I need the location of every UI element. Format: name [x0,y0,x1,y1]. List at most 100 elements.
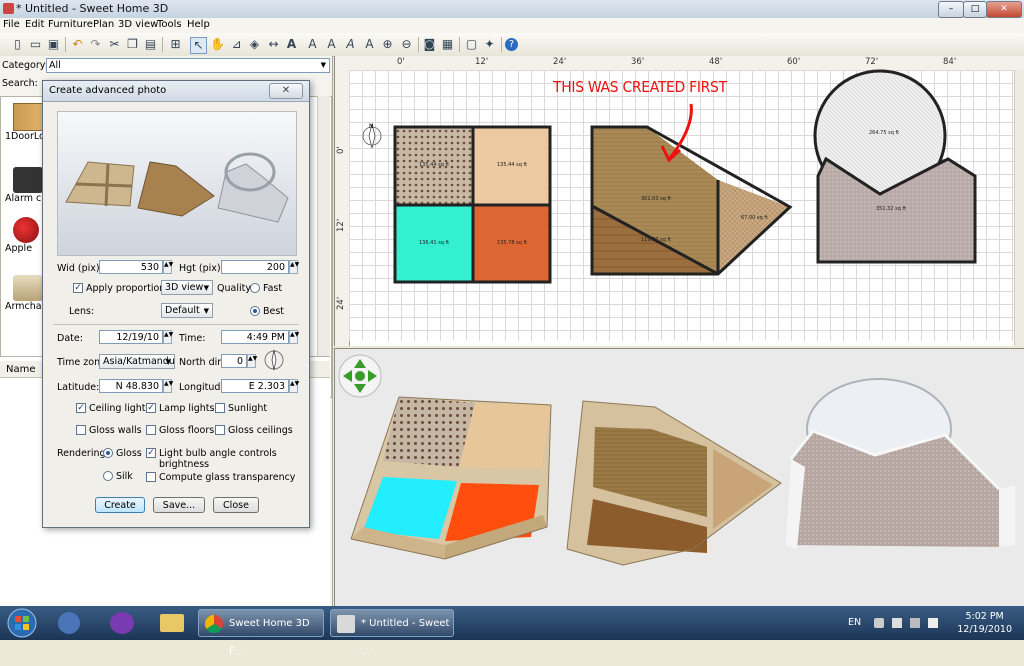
height-spinner[interactable]: ▲▼ [289,260,299,274]
text-bold-icon[interactable]: A [324,37,339,52]
language-indicator[interactable]: EN [848,617,861,628]
copy-icon[interactable]: ❐ [125,37,140,52]
menu-3d-view[interactable]: 3D view [118,19,158,30]
menu-plan[interactable]: Plan [93,19,114,30]
undo-icon[interactable]: ↶ [70,37,85,52]
text-italic-icon[interactable]: A [343,37,358,52]
proportions-select[interactable]: 3D view ▼ [161,280,213,295]
longitude-spinner[interactable]: ▲▼ [289,379,299,393]
north-direction-input[interactable]: 0 [221,354,247,368]
taskbar-task-chrome[interactable]: Sweet Home 3D F... [198,609,324,657]
save-icon[interactable]: ▣ [46,37,61,52]
quality-fast-radio[interactable] [250,283,260,293]
gloss-ceilings-checkbox[interactable] [215,425,225,435]
quality-best-radio[interactable] [250,306,260,316]
explorer-icon[interactable] [160,614,184,632]
open-icon[interactable]: ▭ [28,37,43,52]
gloss-floors-checkbox[interactable] [146,425,156,435]
four-room-block[interactable] [393,125,552,284]
height-input[interactable]: 200 [221,260,289,274]
time-spinner[interactable]: ▲▼ [289,330,299,344]
category-label: Category: [2,60,48,71]
new-icon[interactable]: ▯ [10,37,25,52]
aerial-view-icon[interactable]: ▢ [464,37,479,52]
text-style-icon[interactable]: A [305,37,320,52]
cut-icon[interactable]: ✂ [107,37,122,52]
width-spinner[interactable]: ▲▼ [163,260,173,274]
zoom-in-icon[interactable]: ⊕ [380,37,395,52]
date-spinner[interactable]: ▲▼ [163,330,173,344]
lamp-lights-checkbox[interactable]: ✓ [146,403,156,413]
maximize-button[interactable]: □ [963,1,987,18]
menu-file[interactable]: File [3,19,20,30]
catalog-item[interactable]: Apple [5,217,47,254]
apply-proportions-checkbox[interactable]: ✓ [73,283,83,293]
dialog-close-button[interactable]: ✕ [269,83,303,99]
zoom-out-icon[interactable]: ⊖ [399,37,414,52]
lens-select[interactable]: Default ▼ [161,303,213,318]
compass-icon[interactable]: N [362,123,382,149]
longitude-input[interactable]: E 2.303 [221,379,289,393]
virtual-visit-icon[interactable]: ✦ [482,37,497,52]
taskbar-task-sweethome[interactable]: * Untitled - Sweet ... [330,609,454,657]
create-video-icon[interactable]: ▦ [440,37,455,52]
width-input[interactable]: 530 [99,260,163,274]
pan-icon[interactable]: ✋ [210,37,225,52]
menu-furniture[interactable]: Furniture [48,19,93,30]
clock[interactable]: 5:02 PM 12/19/2010 [957,610,1012,636]
catalog-item[interactable]: Armchai [5,275,47,312]
timezone-select[interactable]: Asia/Katmandu ▼ [99,354,175,369]
rendering-gloss-radio[interactable] [103,448,113,458]
paste-icon[interactable]: ▤ [143,37,158,52]
circle-room-block[interactable] [813,69,977,264]
sunlight-checkbox[interactable] [215,403,225,413]
start-button[interactable] [2,607,42,639]
close-window-button[interactable]: ✕ [986,1,1022,18]
navigation-arrows-icon[interactable] [338,354,382,398]
minimize-button[interactable]: – [938,1,964,18]
redo-icon[interactable]: ↷ [88,37,103,52]
create-dimensions-icon[interactable]: ↔ [266,37,281,52]
menu-edit[interactable]: Edit [25,19,44,30]
menu-tools[interactable]: Tools [157,19,182,30]
save-button[interactable]: Save... [153,497,205,513]
add-furniture-icon[interactable]: ⊞ [168,37,183,52]
3d-view[interactable] [334,348,1024,607]
add-text-icon[interactable]: A [284,37,299,52]
network-icon[interactable] [910,618,920,628]
select-icon[interactable]: ↖ [190,37,207,54]
gloss-walls-checkbox[interactable] [76,425,86,435]
glass-transparency-checkbox[interactable] [146,472,156,482]
volume-icon[interactable] [928,618,938,628]
create-walls-icon[interactable]: ⊿ [229,37,244,52]
create-photo-icon[interactable]: ◙ [422,37,437,52]
category-select[interactable]: All ▼ [46,58,330,73]
yahoo-messenger-icon[interactable] [110,612,134,634]
menu-help[interactable]: Help [187,19,210,30]
catalog-item[interactable]: 1DoorLo [5,103,47,142]
light-bulb-checkbox[interactable]: ✓ [146,448,156,458]
time-input[interactable]: 4:49 PM [221,330,289,344]
latitude-input[interactable]: N 48.830 [99,379,163,393]
pinned-app-icon[interactable] [58,612,80,634]
create-button[interactable]: Create [95,497,145,513]
room-area-label: 264.75 sq ft [869,130,900,136]
tray-icon[interactable] [892,618,902,628]
latitude-label: Latitude: [57,382,100,393]
latitude-spinner[interactable]: ▲▼ [163,379,173,393]
date-input[interactable]: 12/19/10 [99,330,163,344]
ceiling-lights-checkbox[interactable]: ✓ [76,403,86,413]
catalog-item[interactable]: Alarm c [5,167,47,204]
tray-icon[interactable] [874,618,884,628]
increase-text-icon[interactable]: A [362,37,377,52]
plan-view[interactable]: 0' 12' 24' 36' 48' 60' 72' 84' 0' 12' 24… [334,56,1024,346]
close-button[interactable]: Close [213,497,259,513]
wood-room-block[interactable] [590,125,793,276]
plan-vertical-scrollbar[interactable] [1014,70,1024,346]
catalog-scrollbar[interactable] [317,96,330,396]
create-rooms-icon[interactable]: ◈ [247,37,262,52]
north-direction-spinner[interactable]: ▲▼ [247,354,257,368]
column-name[interactable]: Name [6,364,36,375]
rendering-silk-radio[interactable] [103,471,113,481]
help-icon[interactable]: ? [505,38,518,51]
